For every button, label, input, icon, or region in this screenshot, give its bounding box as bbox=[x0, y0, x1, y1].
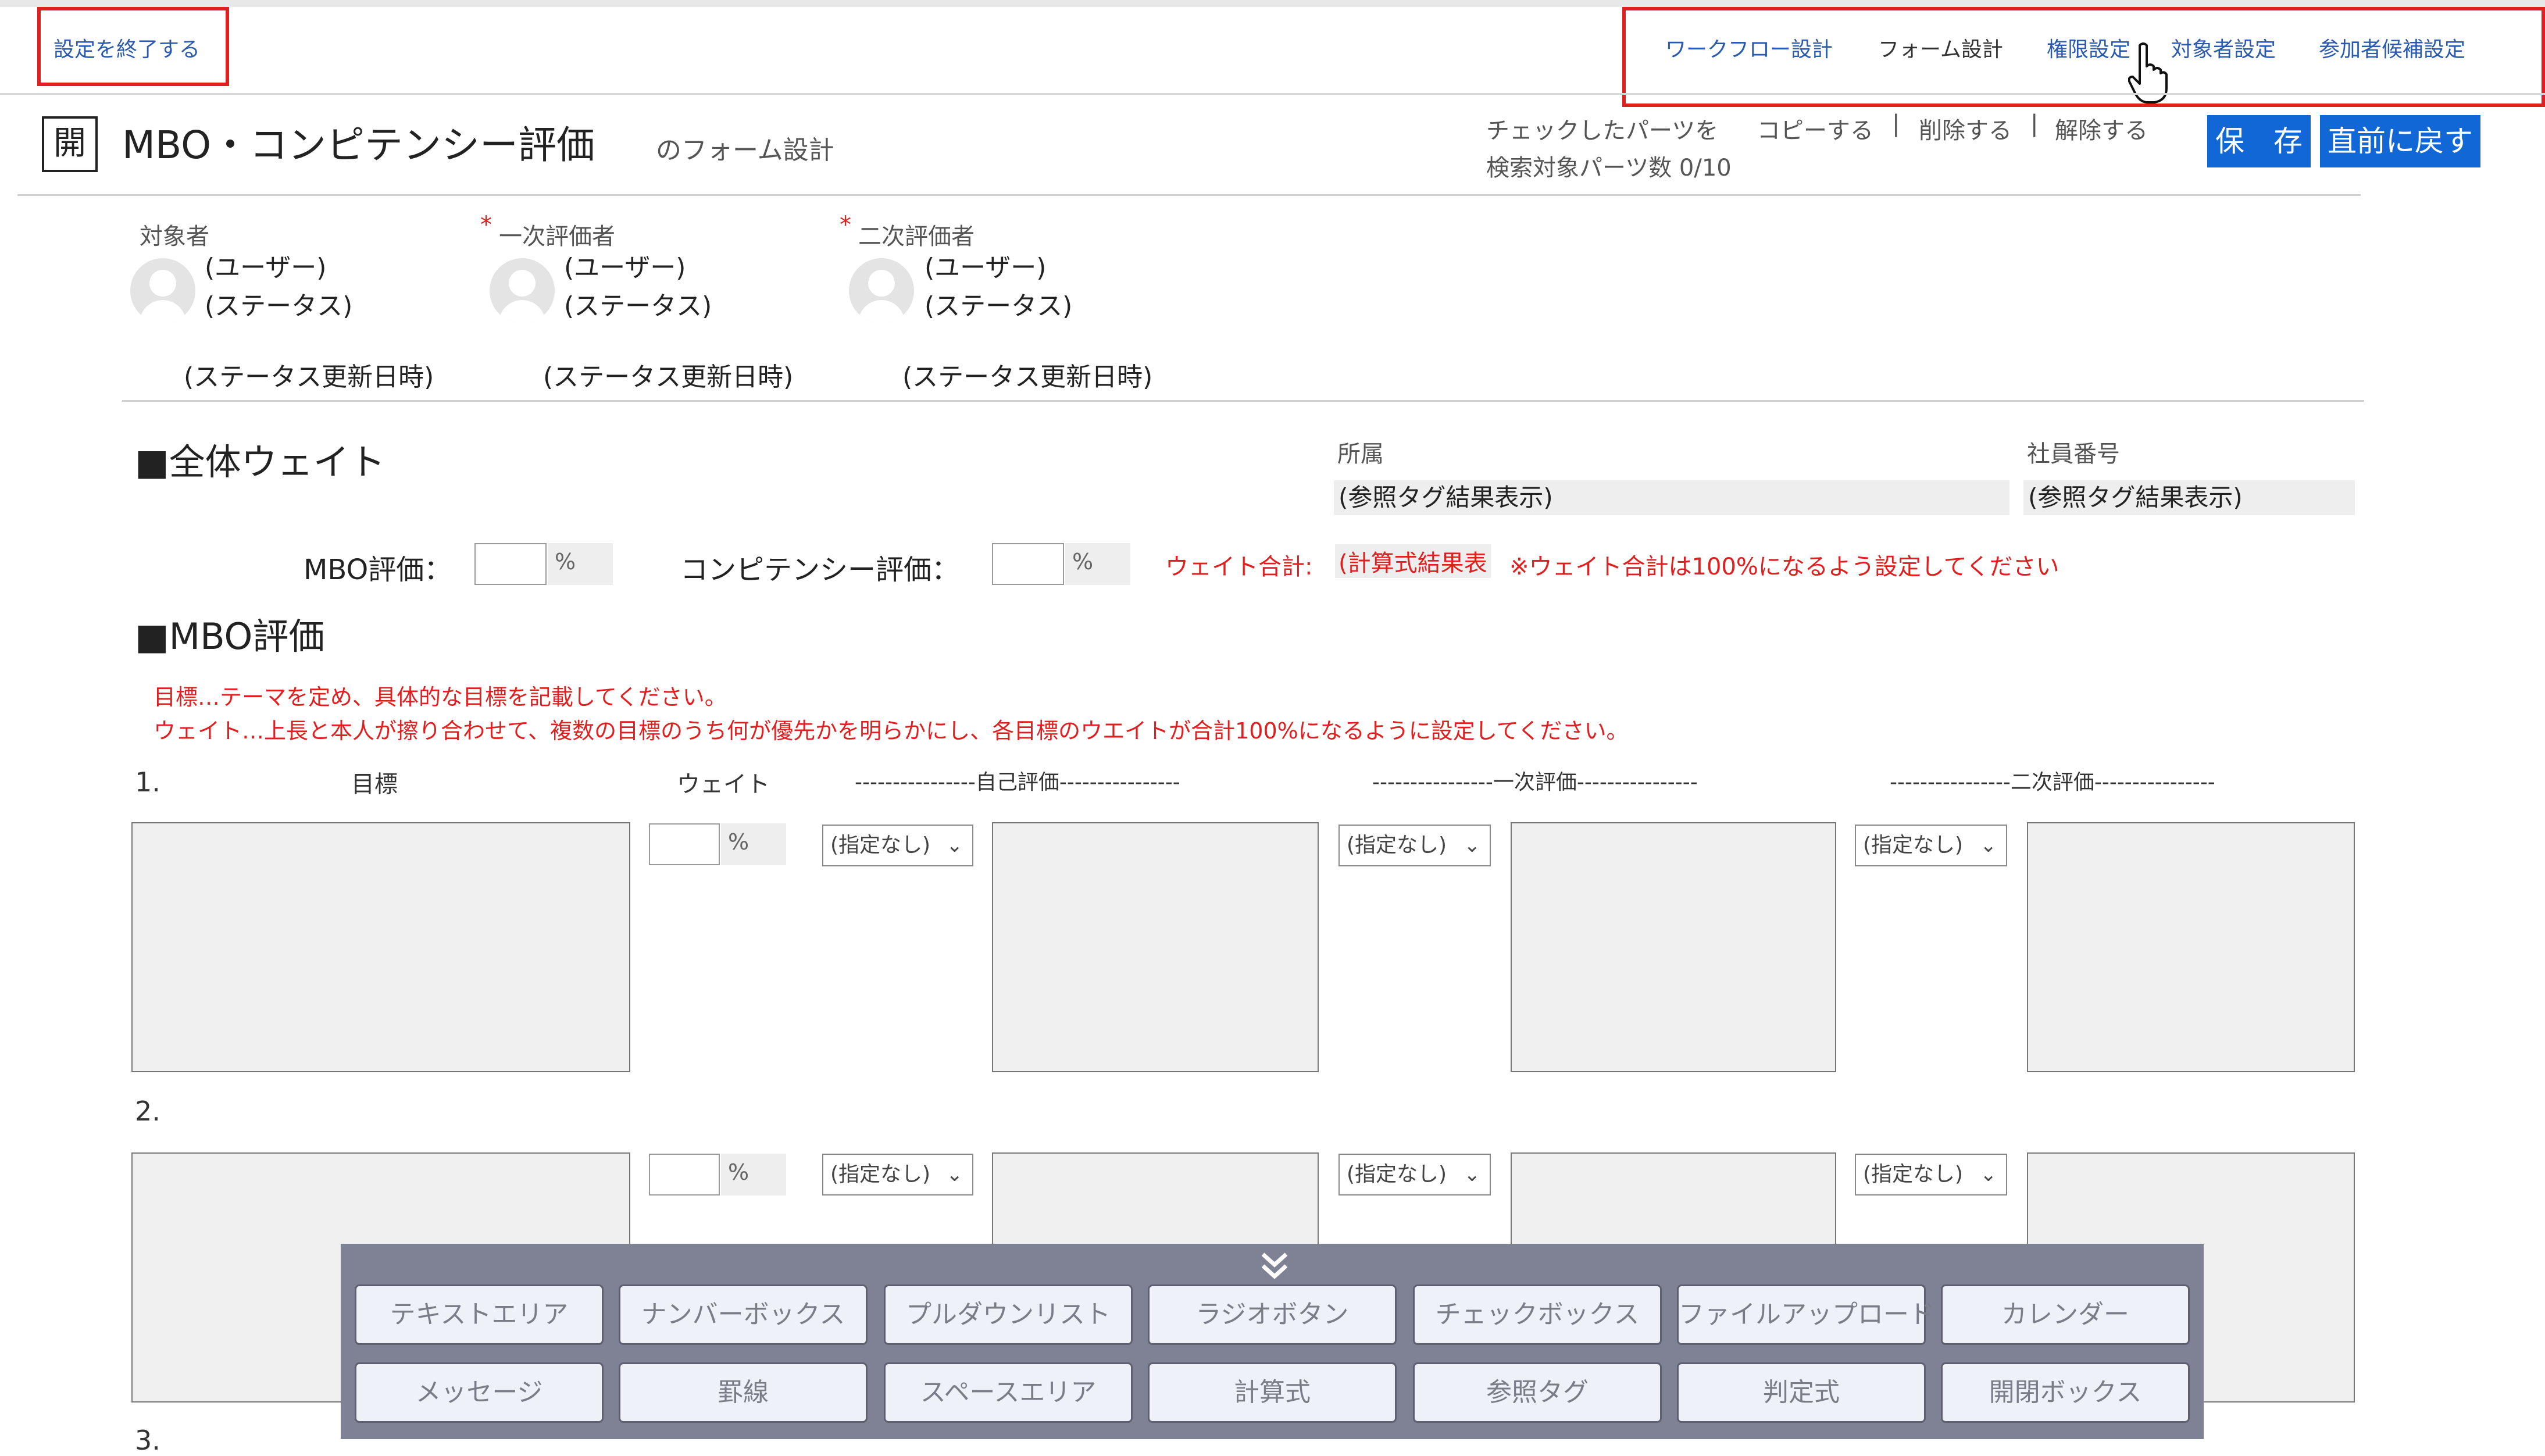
avatar bbox=[490, 258, 555, 323]
participant-status: (ステータス) bbox=[925, 291, 1073, 321]
second-evaluation-select[interactable]: (指定なし) ⌄ bbox=[1855, 825, 2007, 866]
column-goal: 目標 bbox=[351, 771, 398, 798]
participant-divider bbox=[122, 400, 2364, 402]
participant-status: (ステータス) bbox=[205, 291, 353, 321]
column-weight: ウェイト bbox=[677, 771, 770, 798]
competency-weight-unit: % bbox=[1065, 543, 1130, 585]
top-border bbox=[0, 0, 2545, 7]
nav-permission-settings[interactable]: 権限設定 bbox=[2047, 33, 2130, 63]
required-mark: * bbox=[480, 212, 492, 238]
page-subtitle: のフォーム設計 bbox=[656, 135, 834, 165]
first-evaluation-textarea[interactable] bbox=[1511, 822, 1836, 1072]
first-evaluation-select[interactable]: (指定なし) ⌄ bbox=[1338, 825, 1491, 866]
participant-label: 対象者 bbox=[140, 223, 209, 250]
delete-action[interactable]: 削除する bbox=[1919, 112, 2012, 145]
weight-input[interactable] bbox=[649, 1154, 720, 1196]
employee-no-value: (参照タグ結果表示) bbox=[2023, 480, 2355, 515]
participant-user: (ユーザー) bbox=[205, 253, 327, 283]
save-button[interactable]: 保 存 bbox=[2207, 115, 2311, 167]
row-number: 1. bbox=[135, 766, 160, 798]
avatar bbox=[849, 258, 914, 323]
exit-settings-link[interactable]: 設定を終了する bbox=[53, 33, 200, 63]
palette-calendar[interactable]: カレンダー bbox=[1941, 1284, 2190, 1345]
mbo-instruction-goal: 目標…テーマを定め、具体的な目標を記載してください。 bbox=[154, 684, 727, 710]
nav-workflow-design[interactable]: ワークフロー設計 bbox=[1665, 33, 1833, 63]
checked-parts-label: チェックしたパーツを bbox=[1486, 117, 1719, 144]
first-evaluation-select[interactable]: (指定なし) ⌄ bbox=[1338, 1154, 1491, 1196]
chevron-down-icon: ⌄ bbox=[1464, 834, 1481, 857]
nav-candidate-settings[interactable]: 参加者候補設定 bbox=[2319, 33, 2465, 63]
palette-rule-line[interactable]: 罫線 bbox=[619, 1362, 868, 1423]
copy-action[interactable]: コピーする bbox=[1757, 112, 1873, 145]
revert-button[interactable]: 直前に戻す bbox=[2320, 115, 2480, 167]
row-number: 3. bbox=[135, 1425, 160, 1456]
avatar bbox=[130, 258, 195, 323]
chevron-down-icon: ⌄ bbox=[1980, 834, 1997, 857]
competency-weight-input[interactable] bbox=[992, 543, 1064, 585]
weight-unit: % bbox=[721, 1154, 786, 1196]
chevron-down-icon: ⌄ bbox=[1980, 1163, 1997, 1186]
weight-total-note: ※ウェイト合計は100%になるよう設定してください bbox=[1509, 554, 2059, 580]
affiliation-label: 所属 bbox=[1337, 441, 1384, 468]
release-action[interactable]: 解除する bbox=[2055, 112, 2148, 145]
action-separator: | bbox=[2030, 110, 2039, 137]
title-divider bbox=[17, 194, 2361, 196]
row-number: 2. bbox=[135, 1095, 160, 1127]
weight-input[interactable] bbox=[649, 823, 720, 865]
self-evaluation-textarea[interactable] bbox=[992, 822, 1319, 1072]
form-title-icon: 開 bbox=[42, 116, 98, 172]
competency-weight-label: コンピテンシー評価： bbox=[680, 554, 960, 586]
second-evaluation-textarea[interactable] bbox=[2027, 822, 2355, 1072]
nav-target-settings[interactable]: 対象者設定 bbox=[2171, 33, 2276, 63]
chevron-down-icon: ⌄ bbox=[1464, 1163, 1481, 1186]
palette-pulldown-list[interactable]: プルダウンリスト bbox=[884, 1284, 1133, 1345]
mbo-weight-unit: % bbox=[548, 543, 613, 585]
weight-section-heading: ■全体ウェイト bbox=[135, 441, 386, 483]
required-mark: * bbox=[840, 212, 851, 238]
hand-cursor-icon bbox=[2128, 42, 2168, 104]
palette-text-area[interactable]: テキストエリア bbox=[355, 1284, 604, 1345]
participant-user: (ユーザー) bbox=[564, 253, 686, 283]
palette-space-area[interactable]: スペースエリア bbox=[884, 1362, 1133, 1423]
action-separator: | bbox=[1892, 110, 1900, 137]
second-evaluation-select[interactable]: (指定なし) ⌄ bbox=[1855, 1154, 2007, 1196]
header-divider bbox=[0, 93, 2545, 95]
palette-radio-button[interactable]: ラジオボタン bbox=[1148, 1284, 1397, 1345]
weight-total-value: (計算式結果表 bbox=[1335, 544, 1491, 578]
palette-message[interactable]: メッセージ bbox=[355, 1362, 604, 1423]
page-title: MBO・コンピテンシー評価 bbox=[122, 123, 595, 167]
participant-updated: (ステータス更新日時) bbox=[184, 362, 434, 392]
self-evaluation-select[interactable]: (指定なし) ⌄ bbox=[822, 825, 973, 866]
palette-reference-tag[interactable]: 参照タグ bbox=[1413, 1362, 1662, 1423]
column-first-evaluation: ----------------一次評価---------------- bbox=[1372, 770, 1698, 794]
column-self-evaluation: ----------------自己評価---------------- bbox=[855, 770, 1180, 794]
participant-updated: (ステータス更新日時) bbox=[543, 362, 794, 392]
weight-total-label: ウェイト合計: bbox=[1165, 554, 1313, 580]
mbo-weight-label: MBO評価： bbox=[304, 554, 452, 586]
weight-unit: % bbox=[721, 823, 786, 865]
nav-form-design[interactable]: フォーム設計 bbox=[1878, 33, 2003, 63]
palette-number-box[interactable]: ナンバーボックス bbox=[619, 1284, 868, 1345]
participant-status: (ステータス) bbox=[564, 291, 712, 321]
participant-user: (ユーザー) bbox=[925, 253, 1047, 283]
affiliation-value: (参照タグ結果表示) bbox=[1334, 480, 2009, 515]
column-second-evaluation: ----------------二次評価---------------- bbox=[1890, 770, 2215, 794]
chevron-double-down-icon[interactable] bbox=[1258, 1251, 1291, 1281]
parts-palette: テキストエリア ナンバーボックス プルダウンリスト ラジオボタン チェックボック… bbox=[341, 1244, 2204, 1439]
search-parts-count: 検索対象パーツ数 0/10 bbox=[1486, 155, 1732, 181]
self-evaluation-select[interactable]: (指定なし) ⌄ bbox=[822, 1154, 973, 1196]
participant-updated: (ステータス更新日時) bbox=[902, 362, 1153, 392]
palette-formula[interactable]: 計算式 bbox=[1148, 1362, 1397, 1423]
goal-textarea[interactable] bbox=[131, 822, 630, 1072]
chevron-down-icon: ⌄ bbox=[946, 834, 963, 857]
chevron-down-icon: ⌄ bbox=[946, 1163, 963, 1186]
palette-judgement-formula[interactable]: 判定式 bbox=[1677, 1362, 1926, 1423]
palette-checkbox[interactable]: チェックボックス bbox=[1413, 1284, 1662, 1345]
mbo-weight-input[interactable] bbox=[474, 543, 547, 585]
palette-collapsible-box[interactable]: 開閉ボックス bbox=[1941, 1362, 2190, 1423]
mbo-section-heading: ■MBO評価 bbox=[135, 615, 325, 658]
employee-no-label: 社員番号 bbox=[2027, 441, 2120, 468]
palette-file-upload[interactable]: ファイルアップロード bbox=[1677, 1284, 1934, 1345]
mbo-instruction-weight: ウェイト…上長と本人が擦り合わせて、複数の目標のうち何が優先かを明らかにし、各目… bbox=[154, 718, 1629, 744]
